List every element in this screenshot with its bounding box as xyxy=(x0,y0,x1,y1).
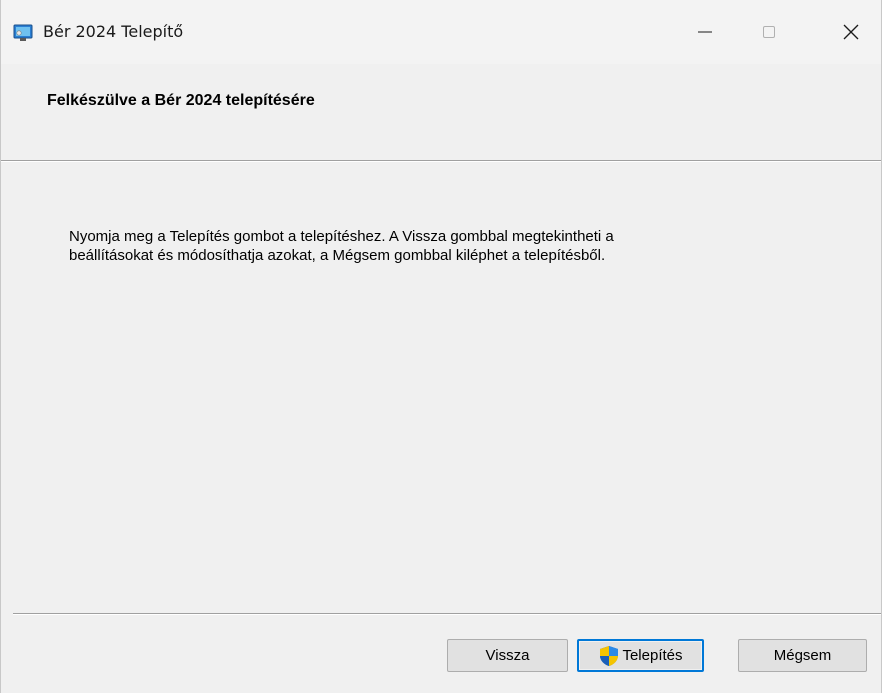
installer-window: Bér 2024 Telepítő Felkészülve a Bér 2024… xyxy=(0,0,882,693)
installer-monitor-icon xyxy=(13,24,33,42)
back-button[interactable]: Vissza xyxy=(447,639,568,672)
cancel-button[interactable]: Mégsem xyxy=(738,639,867,672)
footer-divider xyxy=(13,613,881,615)
title-bar[interactable]: Bér 2024 Telepítő xyxy=(1,0,881,64)
close-icon xyxy=(843,24,859,40)
minimize-button[interactable] xyxy=(673,0,737,64)
instruction-text: Nyomja meg a Telepítés gombot a telepíté… xyxy=(69,227,829,265)
maximize-button[interactable] xyxy=(737,0,801,64)
dialog-header: Felkészülve a Bér 2024 telepítésére xyxy=(1,64,881,160)
page-title: Felkészülve a Bér 2024 telepítésére xyxy=(47,92,315,109)
install-button-label: Telepítés xyxy=(622,647,683,664)
cancel-button-label: Mégsem xyxy=(773,647,832,664)
minimize-icon xyxy=(698,31,712,33)
install-button[interactable]: Telepítés xyxy=(577,639,704,672)
window-title: Bér 2024 Telepítő xyxy=(43,22,184,41)
header-divider xyxy=(1,160,881,162)
back-button-label: Vissza xyxy=(485,647,530,664)
uac-shield-icon xyxy=(598,645,620,667)
instruction-line-1: Nyomja meg a Telepítés gombot a telepíté… xyxy=(69,228,614,245)
close-button[interactable] xyxy=(819,0,882,64)
maximize-icon xyxy=(763,26,775,38)
instruction-line-2: beállításokat és módosíthatja azokat, a … xyxy=(69,247,606,264)
